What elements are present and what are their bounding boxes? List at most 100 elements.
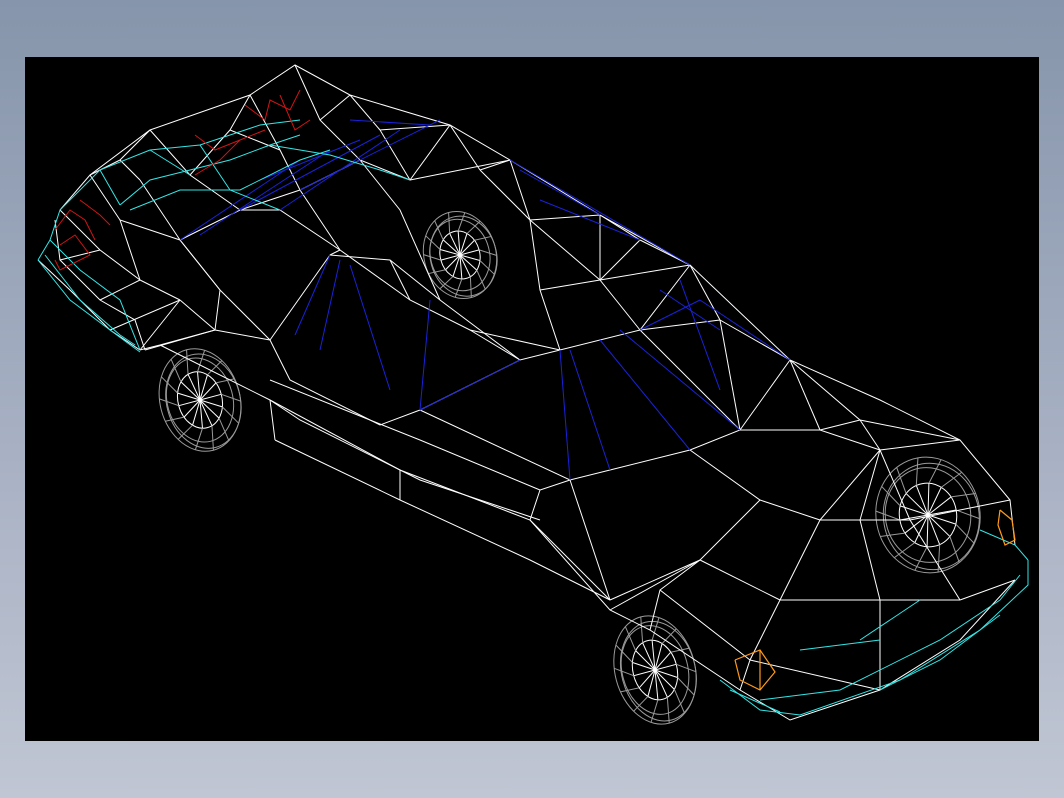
glass-edge — [639, 299, 701, 331]
trim-edge — [99, 169, 121, 206]
tire-facet — [914, 546, 928, 571]
glass-edge — [349, 264, 391, 391]
body-edge — [269, 254, 561, 361]
spoke — [927, 509, 957, 516]
body-mesh-edge — [879, 449, 911, 521]
body-mesh-edge — [119, 219, 141, 281]
wheel-front-left — [613, 615, 697, 725]
body-mesh-edge — [689, 264, 721, 321]
tire-facet — [955, 523, 975, 544]
spoke — [927, 483, 930, 516]
body-edge — [274, 439, 611, 601]
body-mesh-edge — [109, 299, 181, 331]
spoke — [927, 487, 942, 516]
trim-edge — [799, 639, 881, 651]
body-mesh-edge — [789, 359, 821, 431]
body-mesh-edge — [389, 259, 411, 301]
trim-edge — [44, 254, 136, 346]
glass-edge — [539, 199, 641, 241]
glass-edge — [349, 119, 431, 126]
trim-edge — [759, 574, 1021, 701]
glass-edge — [559, 349, 571, 481]
tire-facet — [937, 544, 941, 573]
glass-edge — [619, 329, 741, 431]
body-edge — [37, 259, 161, 351]
glass-edge — [599, 339, 691, 451]
trim-edge — [149, 149, 191, 176]
tire-facet — [448, 212, 451, 234]
body-mesh-edge — [229, 94, 251, 131]
body-mesh-edge — [719, 319, 791, 361]
body-edge — [539, 264, 691, 291]
cad-viewport[interactable] — [25, 57, 1039, 741]
tire-facet — [159, 398, 179, 407]
body-edge — [649, 499, 761, 631]
tire-facet — [165, 416, 185, 422]
tire-facet — [620, 687, 640, 693]
tire-facet — [211, 425, 214, 451]
spoke — [654, 669, 659, 700]
taillight-edge — [79, 199, 111, 226]
tire-facet — [457, 212, 466, 232]
taillight-edge — [54, 259, 71, 271]
body-mesh-edge — [139, 279, 181, 301]
tire-facet — [949, 536, 960, 563]
glass-edge — [419, 359, 521, 411]
body-mesh-edge — [59, 249, 101, 261]
glass-edge — [569, 349, 611, 471]
trim-edge — [979, 529, 1029, 561]
spoke — [197, 371, 201, 401]
indicator-edge — [734, 649, 776, 691]
body-edge — [689, 439, 961, 521]
glass-edge — [299, 119, 441, 191]
body-edge — [740, 429, 881, 451]
taillight-edge — [194, 139, 241, 176]
body-mesh-edge — [599, 214, 641, 241]
body-mesh-edge — [609, 559, 701, 601]
glass-edge — [419, 299, 431, 411]
tire-facet — [950, 492, 976, 498]
body-mesh-edge — [449, 124, 481, 171]
body-edge — [739, 519, 821, 691]
tire-facet — [613, 667, 634, 677]
body-edge — [419, 359, 791, 481]
body-edge — [789, 359, 961, 441]
body-mesh-edge — [99, 249, 141, 281]
body-mesh-edge — [179, 299, 216, 331]
body-mesh-edge — [239, 189, 301, 211]
glass-edge — [319, 259, 341, 351]
tire-facet — [676, 663, 697, 673]
spoke — [180, 381, 201, 401]
tire-facet — [478, 249, 497, 256]
wheel-rear-left — [158, 348, 242, 452]
body-mesh-edge — [179, 239, 221, 291]
glass-edge — [179, 159, 301, 241]
glass-edge — [679, 279, 721, 391]
body-mesh-edge — [569, 479, 611, 601]
wheel-rear-right — [422, 210, 498, 300]
glass-edge — [239, 134, 381, 211]
body-edge — [409, 159, 511, 181]
tire-facet — [428, 269, 446, 275]
spoke — [199, 399, 203, 429]
tire-facet — [624, 626, 637, 651]
body-edge — [59, 64, 1016, 546]
tire-facet — [666, 697, 670, 724]
body-mesh-edge — [529, 519, 611, 601]
body-mesh-edge — [349, 94, 381, 131]
spoke — [651, 640, 656, 671]
body-edge — [269, 379, 541, 491]
glass-edge — [294, 254, 331, 336]
tire-facet — [221, 393, 241, 402]
indicator-edge — [997, 509, 1016, 546]
body-mesh-edge — [119, 159, 141, 181]
spoke — [459, 254, 478, 271]
body-mesh-edge — [269, 399, 276, 441]
tire-facet — [469, 276, 472, 298]
tire-facet — [915, 457, 919, 486]
tire-facet — [186, 349, 189, 375]
spoke — [633, 669, 656, 677]
trim-edge — [729, 689, 781, 713]
body-mesh-edge — [959, 579, 1016, 601]
spoke — [654, 669, 675, 690]
